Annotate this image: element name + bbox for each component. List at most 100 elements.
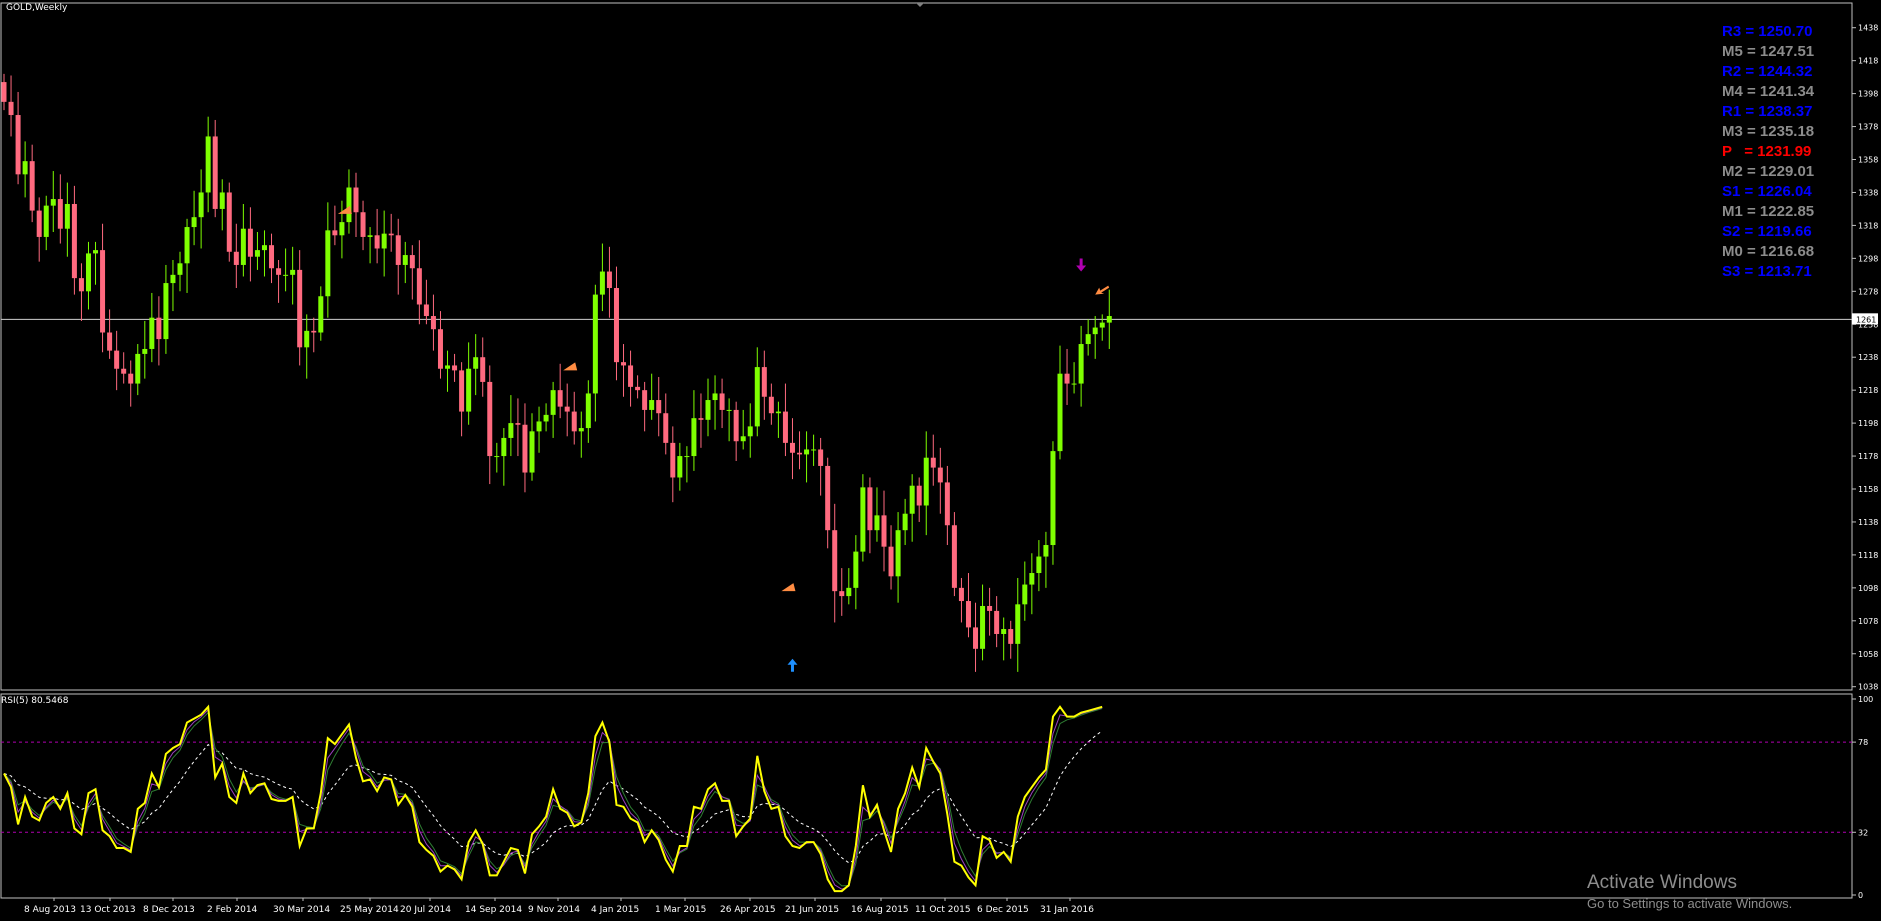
candle-body <box>825 465 831 531</box>
candle-body <box>304 330 310 348</box>
candle-body <box>740 436 746 442</box>
candle-body <box>656 400 662 414</box>
candle-body <box>261 245 267 251</box>
candle-body <box>585 393 591 429</box>
candle-body <box>522 424 528 473</box>
candle-body <box>85 253 91 292</box>
candle-body <box>254 250 260 257</box>
pivot-level: P = 1231.99 <box>1722 143 1812 160</box>
candle-body <box>930 457 936 468</box>
date-tick-label: 1 Mar 2015 <box>655 905 706 915</box>
candle-body <box>15 115 21 175</box>
signal-markers <box>337 205 1110 672</box>
candle-body <box>233 251 239 265</box>
date-tick-label: 2 Feb 2014 <box>207 905 258 915</box>
candle-body <box>170 274 176 284</box>
candle-body <box>430 316 436 330</box>
candle-body <box>1099 322 1105 328</box>
candle-body <box>402 255 408 265</box>
price-tick-label: 1358 <box>1858 156 1878 165</box>
pivot-level: M0 = 1216.68 <box>1722 243 1815 260</box>
candle-body <box>367 235 373 237</box>
candle-body <box>163 283 169 340</box>
candle-body <box>789 442 795 453</box>
candle-body <box>980 605 986 649</box>
candle-body <box>332 230 338 236</box>
candle-body <box>571 411 577 432</box>
price-tick-label: 1038 <box>1858 683 1878 692</box>
candle-body <box>747 426 753 437</box>
candle-body <box>247 228 253 257</box>
candle-body <box>761 367 767 397</box>
candle-body <box>219 192 225 209</box>
price-tick-label: 1238 <box>1858 353 1878 362</box>
candle-body <box>29 161 35 211</box>
candle-body <box>501 437 507 457</box>
date-tick-label: 9 Nov 2014 <box>528 905 580 915</box>
candle-body <box>923 457 929 506</box>
date-tick-label: 21 Jun 2015 <box>785 905 839 915</box>
candle-body <box>290 269 296 275</box>
candle-body <box>1029 573 1035 585</box>
sell-signal-icon <box>781 583 796 592</box>
candle-body <box>698 418 704 420</box>
pivot-level: R3 = 1250.70 <box>1722 23 1813 40</box>
candle-body <box>536 421 542 432</box>
candle-body <box>339 222 345 236</box>
candle-body <box>416 268 422 305</box>
candle-body <box>1036 556 1042 574</box>
sell-signal-icon <box>563 362 578 371</box>
candle-body <box>564 406 570 412</box>
sell-signal-icon <box>337 205 352 214</box>
candle-body <box>515 423 521 425</box>
candle-body <box>592 294 598 394</box>
candle-body <box>205 136 211 193</box>
candle-body <box>937 467 943 483</box>
candle-body <box>1106 316 1112 323</box>
date-tick-label: 8 Dec 2013 <box>143 905 195 915</box>
rsi-tick-label: 78 <box>1858 738 1868 747</box>
candle-body <box>733 409 739 442</box>
candle-body <box>184 227 190 264</box>
candle-body <box>198 192 204 218</box>
candle-body <box>909 485 915 514</box>
candle-body <box>360 212 366 237</box>
sell-arrow-icon <box>1076 258 1087 272</box>
chart-title: GOLD,Weekly <box>6 3 68 13</box>
exit-arrow-icon <box>1095 285 1110 295</box>
candle-body <box>142 348 148 354</box>
candle-body <box>1085 334 1091 345</box>
candle-body <box>78 278 84 292</box>
rsi-panel-frame <box>0 693 1853 899</box>
pivot-level: S1 = 1226.04 <box>1722 183 1812 200</box>
candle-body <box>445 365 451 369</box>
pivot-level: M5 = 1247.51 <box>1722 43 1815 60</box>
price-tick-label: 1398 <box>1858 90 1878 99</box>
candle-body <box>473 357 479 369</box>
candle-body <box>839 591 845 597</box>
candle-body <box>1001 629 1007 634</box>
candle-body <box>895 530 901 577</box>
candle-body <box>191 217 197 228</box>
date-tick-label: 31 Jan 2016 <box>1040 905 1094 915</box>
candle-body <box>240 228 246 265</box>
chart-canvas[interactable]: RSI(5) 80.5468 1438 1418 1398 1378 1358 1338 1… <box>0 0 1881 921</box>
price-tick-label: 1318 <box>1858 221 1878 230</box>
candle-body <box>1050 451 1056 546</box>
candle-body <box>395 235 401 265</box>
price-tick-label: 1178 <box>1858 452 1878 461</box>
candle-body <box>951 525 957 588</box>
candle-body <box>663 413 669 443</box>
price-tick-label: 1118 <box>1858 551 1878 560</box>
candle-body <box>642 390 648 410</box>
axes: 1438141813981378135813381318129812781258… <box>24 24 1878 915</box>
date-tick-label: 30 Mar 2014 <box>273 905 330 915</box>
candle-body <box>1043 545 1049 557</box>
candle-body <box>881 515 887 547</box>
candle-body <box>867 487 873 531</box>
candle-body <box>409 255 415 269</box>
pivot-level: R2 = 1244.32 <box>1722 63 1813 80</box>
candle-body <box>480 357 486 382</box>
rsi-signal-line <box>3 707 1103 890</box>
candle-body <box>107 332 113 351</box>
